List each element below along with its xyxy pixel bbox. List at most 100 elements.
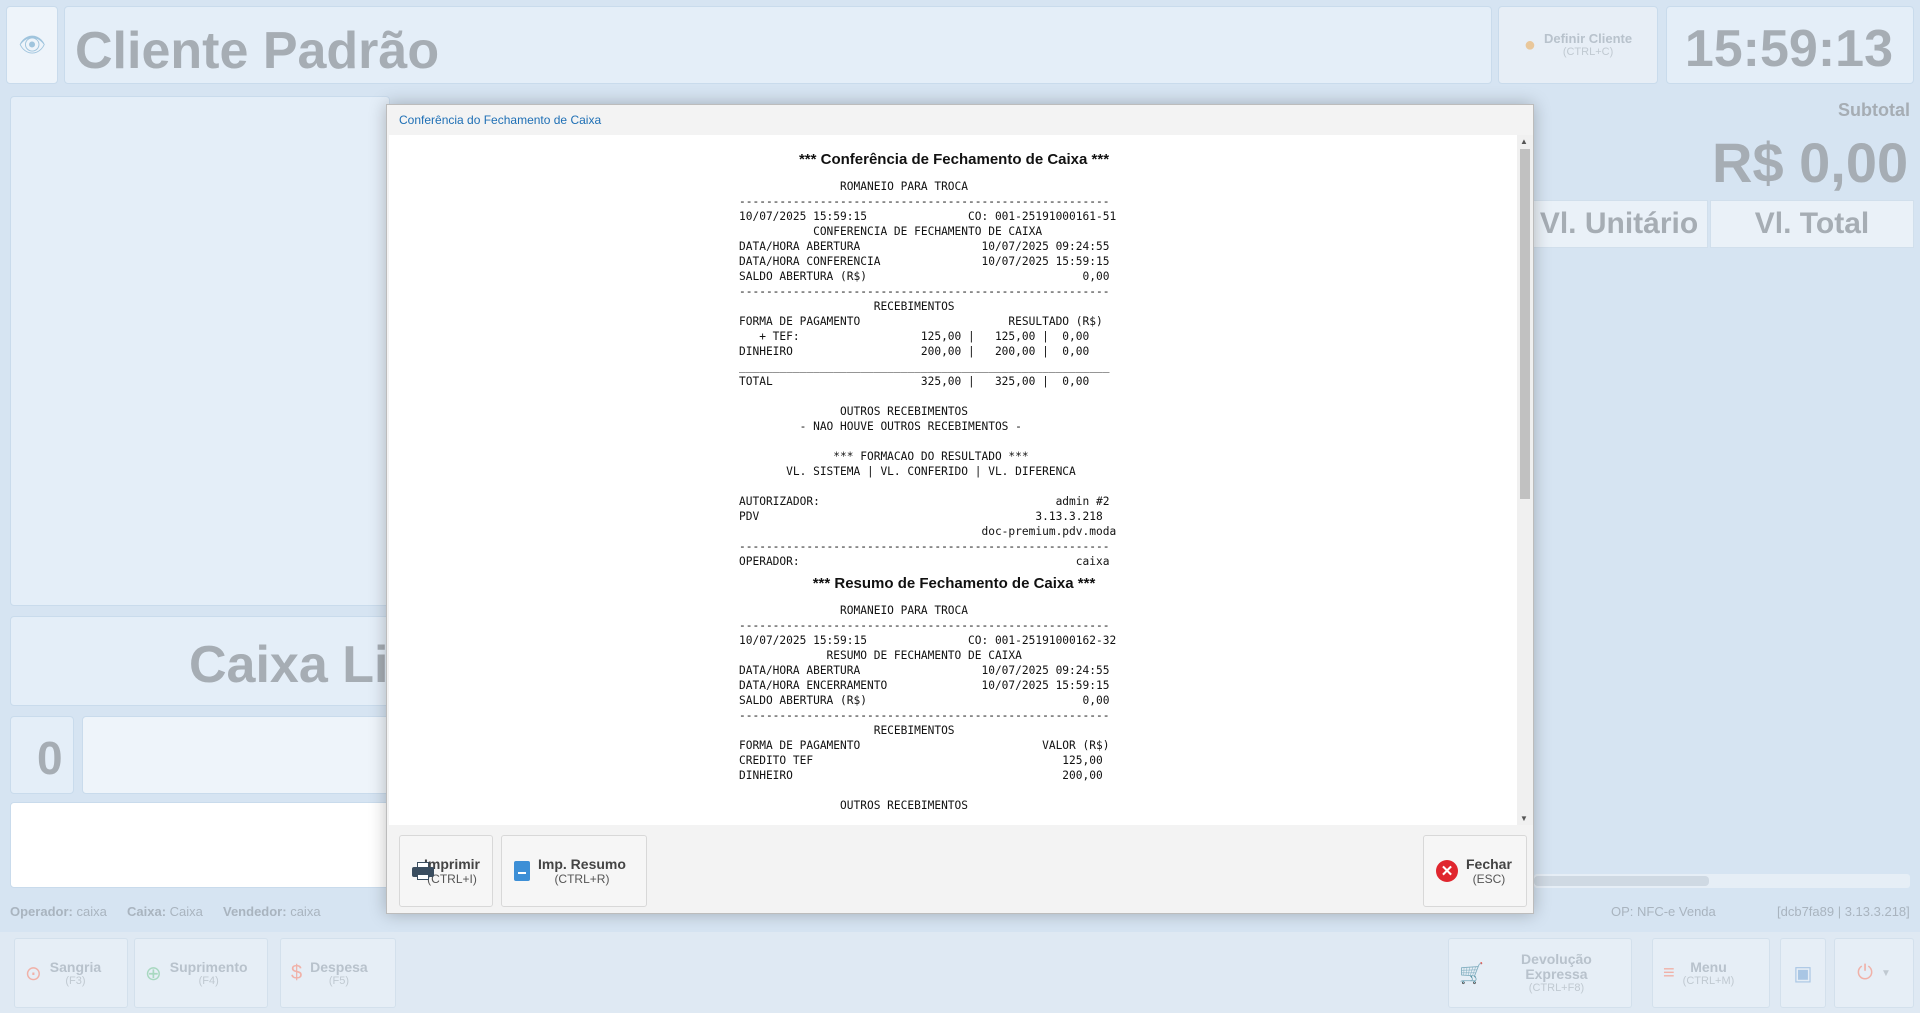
receipt-line: ----------------------------------------…: [739, 540, 1110, 553]
receipt-line: [739, 479, 1169, 494]
print-button[interactable]: Imprimir (CTRL+I): [399, 835, 493, 907]
receipt-line: RECEBIMENTOS: [739, 724, 955, 737]
receipt-line: *** FORMACAO DO RESULTADO ***: [739, 450, 1029, 463]
product-image-panel: [10, 96, 390, 606]
close-icon: ✕: [1436, 860, 1458, 882]
sangria-label: Sangria: [49, 958, 102, 975]
cart-return-icon: 🛒: [1459, 962, 1484, 985]
receipt-line: ROMANEIO PARA TROCA: [739, 180, 969, 193]
receipt-line: doc-premium.pdv.moda: [739, 525, 1117, 538]
receipt-line: ----------------------------------------…: [739, 619, 1110, 632]
receipt-line: RECEBIMENTOS: [739, 300, 955, 313]
receipt-line: ----------------------------------------…: [739, 195, 1110, 208]
scroll-down-arrow-icon[interactable]: ▼: [1520, 814, 1528, 823]
express-return-button[interactable]: 🛒 Devolução Expressa (CTRL+F8): [1448, 938, 1632, 1008]
express-return-shortcut: (CTRL+F8): [1528, 982, 1585, 994]
user-icon: ●: [1523, 33, 1536, 56]
seller-info: Vendedor: caixa: [223, 904, 321, 919]
cash-in-icon: ⊕: [145, 962, 162, 985]
receipt-line: ----------------------------------------…: [739, 709, 1110, 722]
receipt-line: + TEF: 125,00 | 125,00 | 0,00: [739, 330, 1090, 343]
scrollbar-thumb[interactable]: [1520, 149, 1530, 499]
scrollbar-thumb[interactable]: [1534, 876, 1709, 886]
receipt-line: [739, 389, 1169, 404]
close-shortcut: (ESC): [1472, 872, 1506, 886]
visibility-toggle-button[interactable]: 👁: [6, 6, 58, 84]
despesa-shortcut: (F5): [328, 974, 349, 987]
power-icon: ⏻: [1857, 961, 1873, 984]
receipt-line: DATA/HORA ENCERRAMENTO 10/07/2025 15:59:…: [739, 679, 1110, 692]
dialog-title: Conferência do Fechamento de Caixa: [399, 113, 602, 127]
receipt-line: DATA/HORA ABERTURA 10/07/2025 09:24:55: [739, 240, 1110, 253]
receipt-line: ________________________________________…: [739, 360, 1110, 373]
footer-toolbar: ⊙ Sangria (F3) ⊕ Suprimento (F4) $ Despesa…: [0, 932, 1920, 1013]
print-summary-button[interactable]: Imp. Resumo (CTRL+R): [501, 835, 647, 907]
receipt: *** Conferência de Fechamento de Caixa *…: [739, 145, 1169, 813]
scroll-up-arrow-icon[interactable]: ▲: [1520, 137, 1528, 146]
receipt-line: [739, 783, 1169, 798]
receipt-line: FORMA DE PAGAMENTO RESULTADO (R$): [739, 315, 1103, 328]
column-unit-price: Vl. Unitário: [1530, 200, 1708, 248]
receipt-viewer: *** Conferência de Fechamento de Caixa *…: [389, 135, 1517, 825]
quantity-panel: 0: [10, 716, 74, 794]
receipt-line: CONFERENCIA DE FECHAMENTO DE CAIXA: [739, 225, 1043, 238]
receipt-heading-summary: *** Resumo de Fechamento de Caixa ***: [812, 575, 1096, 592]
receipt-line: PDV 3.13.3.218: [739, 510, 1103, 523]
despesa-button[interactable]: $ Despesa (F5): [280, 938, 396, 1008]
expense-icon: $: [291, 961, 303, 984]
suprimento-label: Suprimento: [169, 958, 248, 975]
chat-icon: ▣: [1793, 962, 1813, 985]
receipt-line: OUTROS RECEBIMENTOS: [739, 799, 969, 812]
items-horizontal-scrollbar[interactable]: [1534, 874, 1910, 888]
register-info: Caixa: Caixa: [127, 904, 203, 919]
receipt-line: CREDITO TEF 125,00: [739, 754, 1103, 767]
receipt-line: OPERADOR: caixa: [739, 555, 1110, 568]
printer-icon: [412, 862, 434, 880]
receipt-line: ROMANEIO PARA TROCA: [739, 604, 969, 617]
document-icon: [514, 861, 530, 881]
receipt-line: 10/07/2025 15:59:15 CO: 001-25191000161-…: [739, 210, 1117, 223]
receipt-line: FORMA DE PAGAMENTO VALOR (R$): [739, 739, 1110, 752]
receipt-section-conference: ROMANEIO PARA TROCA ---------------------…: [739, 179, 1169, 569]
column-total: Vl. Total: [1710, 200, 1914, 248]
product-code-field[interactable]: [82, 716, 392, 794]
sangria-button[interactable]: ⊙ Sangria (F3): [14, 938, 128, 1008]
define-client-label: Definir Cliente: [1543, 31, 1633, 46]
receipt-line: DINHEIRO 200,00 | 200,00 | 0,00: [739, 345, 1090, 358]
power-button[interactable]: ⏻ ▼: [1834, 938, 1914, 1008]
receipt-line: SALDO ABERTURA (R$) 0,00: [739, 694, 1110, 707]
menu-label: Menu: [1690, 958, 1727, 975]
receipt-line: DATA/HORA ABERTURA 10/07/2025 09:24:55: [739, 664, 1110, 677]
suprimento-button[interactable]: ⊕ Suprimento (F4): [134, 938, 268, 1008]
subtotal-label: Subtotal: [1838, 100, 1910, 120]
receipt-line: SALDO ABERTURA (R$) 0,00: [739, 270, 1110, 283]
sangria-shortcut: (F3): [65, 974, 86, 987]
receipt-line: AUTORIZADOR: admin #2: [739, 495, 1110, 508]
version-info: [dcb7fa89 | 3.13.3.218]: [1777, 904, 1910, 919]
print-shortcut: (CTRL+I): [427, 872, 477, 886]
receipt-line: OUTROS RECEBIMENTOS: [739, 405, 969, 418]
chat-button[interactable]: ▣: [1780, 938, 1826, 1008]
define-client-button[interactable]: ● Definir Cliente (CTRL+C): [1498, 6, 1658, 84]
receipt-line: [739, 434, 1169, 449]
operator-info: Operador: caixa: [10, 904, 107, 919]
operation-info: OP: NFC-e Venda: [1611, 904, 1716, 919]
receipt-line: RESUMO DE FECHAMENTO DE CAIXA: [739, 649, 1022, 662]
eye-icon: 👁: [18, 32, 46, 57]
express-return-label: Devolução Expressa: [1521, 951, 1592, 982]
receipt-section-summary: ROMANEIO PARA TROCA ---------------------…: [739, 603, 1169, 813]
cash-out-icon: ⊙: [25, 962, 42, 985]
client-panel: Cliente Padrão: [64, 6, 1492, 84]
print-summary-shortcut: (CTRL+R): [554, 872, 610, 886]
menu-button[interactable]: ≡ Menu (CTRL+M): [1652, 938, 1770, 1008]
menu-shortcut: (CTRL+M): [1682, 974, 1735, 987]
close-button[interactable]: ✕ Fechar (ESC): [1423, 835, 1527, 907]
closing-review-dialog: Conferência do Fechamento de Caixa *** C…: [386, 104, 1534, 914]
receipt-heading-conference: *** Conferência de Fechamento de Caixa *…: [798, 151, 1110, 168]
receipt-vertical-scrollbar[interactable]: ▲ ▼: [1517, 135, 1533, 825]
suprimento-shortcut: (F4): [198, 974, 219, 987]
despesa-label: Despesa: [310, 958, 368, 975]
print-summary-label: Imp. Resumo: [538, 856, 626, 872]
product-entry-input[interactable]: [10, 802, 390, 888]
register-status-panel: Caixa Livre: [10, 616, 467, 706]
